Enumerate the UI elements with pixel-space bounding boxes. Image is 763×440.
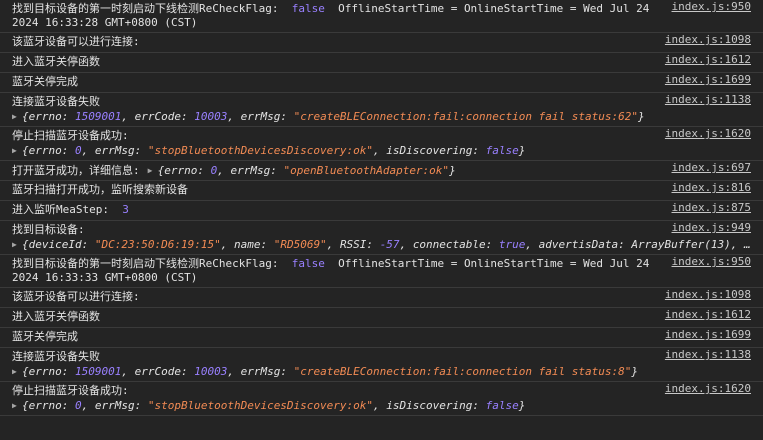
console-message: 该蓝牙设备可以进行连接: index.js:1098 [0,33,763,53]
log-text: 进入蓝牙关停函数 [12,55,100,68]
source-link[interactable]: index.js:816 [665,181,751,194]
log-text: 打开蓝牙成功，详细信息: [12,164,140,177]
console-message: 停止扫描蓝牙设备成功: index.js:1620 ▶ {errno: 0, er… [0,382,763,416]
console-message: 蓝牙关停完成 index.js:1699 [0,328,763,348]
message-text: 蓝牙关停完成 [12,75,751,89]
object-preview[interactable]: ▶ {errno: 0, errMsg: "stopBluetoothDevice… [12,398,751,413]
object-preview[interactable]: ▶ {errno: 1509001, errCode: 10003, errMsg… [12,109,751,124]
message-text: 停止扫描蓝牙设备成功: [12,129,751,143]
message-text: 进入监听MeaStep: 3 [12,203,751,217]
message-text: 停止扫描蓝牙设备成功: [12,384,751,398]
console-message: 进入蓝牙关停函数 index.js:1612 [0,53,763,73]
console-panel: 找到目标设备的第一时刻启动下线检测ReCheckFlag: false Offl… [0,0,763,440]
source-link[interactable]: index.js:1098 [658,33,751,46]
expand-triangle-icon[interactable]: ▶ [148,163,158,178]
console-message: 连接蓝牙设备失败 index.js:1138 ▶ {errno: 1509001,… [0,348,763,382]
console-message: 找到目标设备: index.js:949 ▶ {deviceId: "DC:23:… [0,221,763,255]
expand-triangle-icon[interactable]: ▶ [12,398,22,413]
source-link[interactable]: index.js:1138 [658,93,751,106]
log-text: 找到目标设备: [12,223,85,236]
log-text: 连接蓝牙设备失败 [12,95,100,108]
expand-triangle-icon[interactable]: ▶ [12,364,22,379]
expand-triangle-icon[interactable]: ▶ [12,143,22,158]
number-value: 3 [122,203,129,216]
source-link[interactable]: index.js:1612 [658,308,751,321]
source-link[interactable]: index.js:1620 [658,382,751,395]
message-text: 打开蓝牙成功，详细信息: ▶ {errno: 0, errMsg: "openBlu… [12,163,751,178]
expand-triangle-icon[interactable]: ▶ [12,237,22,252]
log-text: 停止扫描蓝牙设备成功: [12,384,129,397]
source-link[interactable]: index.js:1699 [658,328,751,341]
source-link[interactable]: index.js:1612 [658,53,751,66]
log-text: 该蓝牙设备可以进行连接: [12,290,140,303]
source-link[interactable]: index.js:697 [665,161,751,174]
console-message: 进入监听MeaStep: 3 index.js:875 [0,201,763,221]
message-text: 该蓝牙设备可以进行连接: [12,35,751,49]
log-text: 连接蓝牙设备失败 [12,350,100,363]
message-text: 蓝牙关停完成 [12,330,751,344]
console-message: 连接蓝牙设备失败 index.js:1138 ▶ {errno: 1509001,… [0,93,763,127]
source-link[interactable]: index.js:1620 [658,127,751,140]
log-text: 找到目标设备的第一时刻启动下线检测ReCheckFlag: [12,257,279,270]
console-message: 打开蓝牙成功，详细信息: ▶ {errno: 0, errMsg: "openBlu… [0,161,763,181]
boolean-value: false [291,2,325,15]
message-text: 找到目标设备: [12,223,751,237]
object-preview[interactable]: ▶ {errno: 1509001, errCode: 10003, errMsg… [12,364,751,379]
source-link[interactable]: index.js:950 [665,0,751,13]
log-text: 该蓝牙设备可以进行连接: [12,35,140,48]
message-text: 找到目标设备的第一时刻启动下线检测ReCheckFlag: false Offl… [12,257,751,285]
source-link[interactable]: index.js:1138 [658,348,751,361]
source-link[interactable]: index.js:1699 [658,73,751,86]
object-preview[interactable]: ▶ {errno: 0, errMsg: "stopBluetoothDevice… [12,143,751,158]
console-message: 蓝牙关停完成 index.js:1699 [0,73,763,93]
console-message: 找到目标设备的第一时刻启动下线检测ReCheckFlag: false Offl… [0,255,763,288]
boolean-value: false [291,257,325,270]
message-text: 进入蓝牙关停函数 [12,55,751,69]
message-text: 该蓝牙设备可以进行连接: [12,290,751,304]
message-text: 进入蓝牙关停函数 [12,310,751,324]
message-text: 找到目标设备的第一时刻启动下线检测ReCheckFlag: false Offl… [12,2,751,30]
log-text: 进入蓝牙关停函数 [12,310,100,323]
source-link[interactable]: index.js:1098 [658,288,751,301]
object-preview[interactable]: ▶ {errno: 0, errMsg: "openBluetoothAdapte… [148,164,456,177]
message-text: 连接蓝牙设备失败 [12,95,751,109]
console-message: 找到目标设备的第一时刻启动下线检测ReCheckFlag: false Offl… [0,0,763,33]
source-link[interactable]: index.js:875 [665,201,751,214]
log-text: 蓝牙关停完成 [12,330,78,343]
console-message: 进入蓝牙关停函数 index.js:1612 [0,308,763,328]
message-text: 连接蓝牙设备失败 [12,350,751,364]
message-text: 蓝牙扫描打开成功，监听搜索新设备 [12,183,751,197]
source-link[interactable]: index.js:950 [665,255,751,268]
source-link[interactable]: index.js:949 [665,221,751,234]
object-preview[interactable]: ▶ {deviceId: "DC:23:50:D6:19:15", name: "… [12,237,751,252]
console-message: 蓝牙扫描打开成功，监听搜索新设备 index.js:816 [0,181,763,201]
log-text: 停止扫描蓝牙设备成功: [12,129,129,142]
log-text: 找到目标设备的第一时刻启动下线检测ReCheckFlag: [12,2,279,15]
log-text: 蓝牙扫描打开成功，监听搜索新设备 [12,183,188,196]
console-message: 停止扫描蓝牙设备成功: index.js:1620 ▶ {errno: 0, er… [0,127,763,161]
console-message: 该蓝牙设备可以进行连接: index.js:1098 [0,288,763,308]
expand-triangle-icon[interactable]: ▶ [12,109,22,124]
log-text: 蓝牙关停完成 [12,75,78,88]
log-text: 进入监听MeaStep: [12,203,109,216]
